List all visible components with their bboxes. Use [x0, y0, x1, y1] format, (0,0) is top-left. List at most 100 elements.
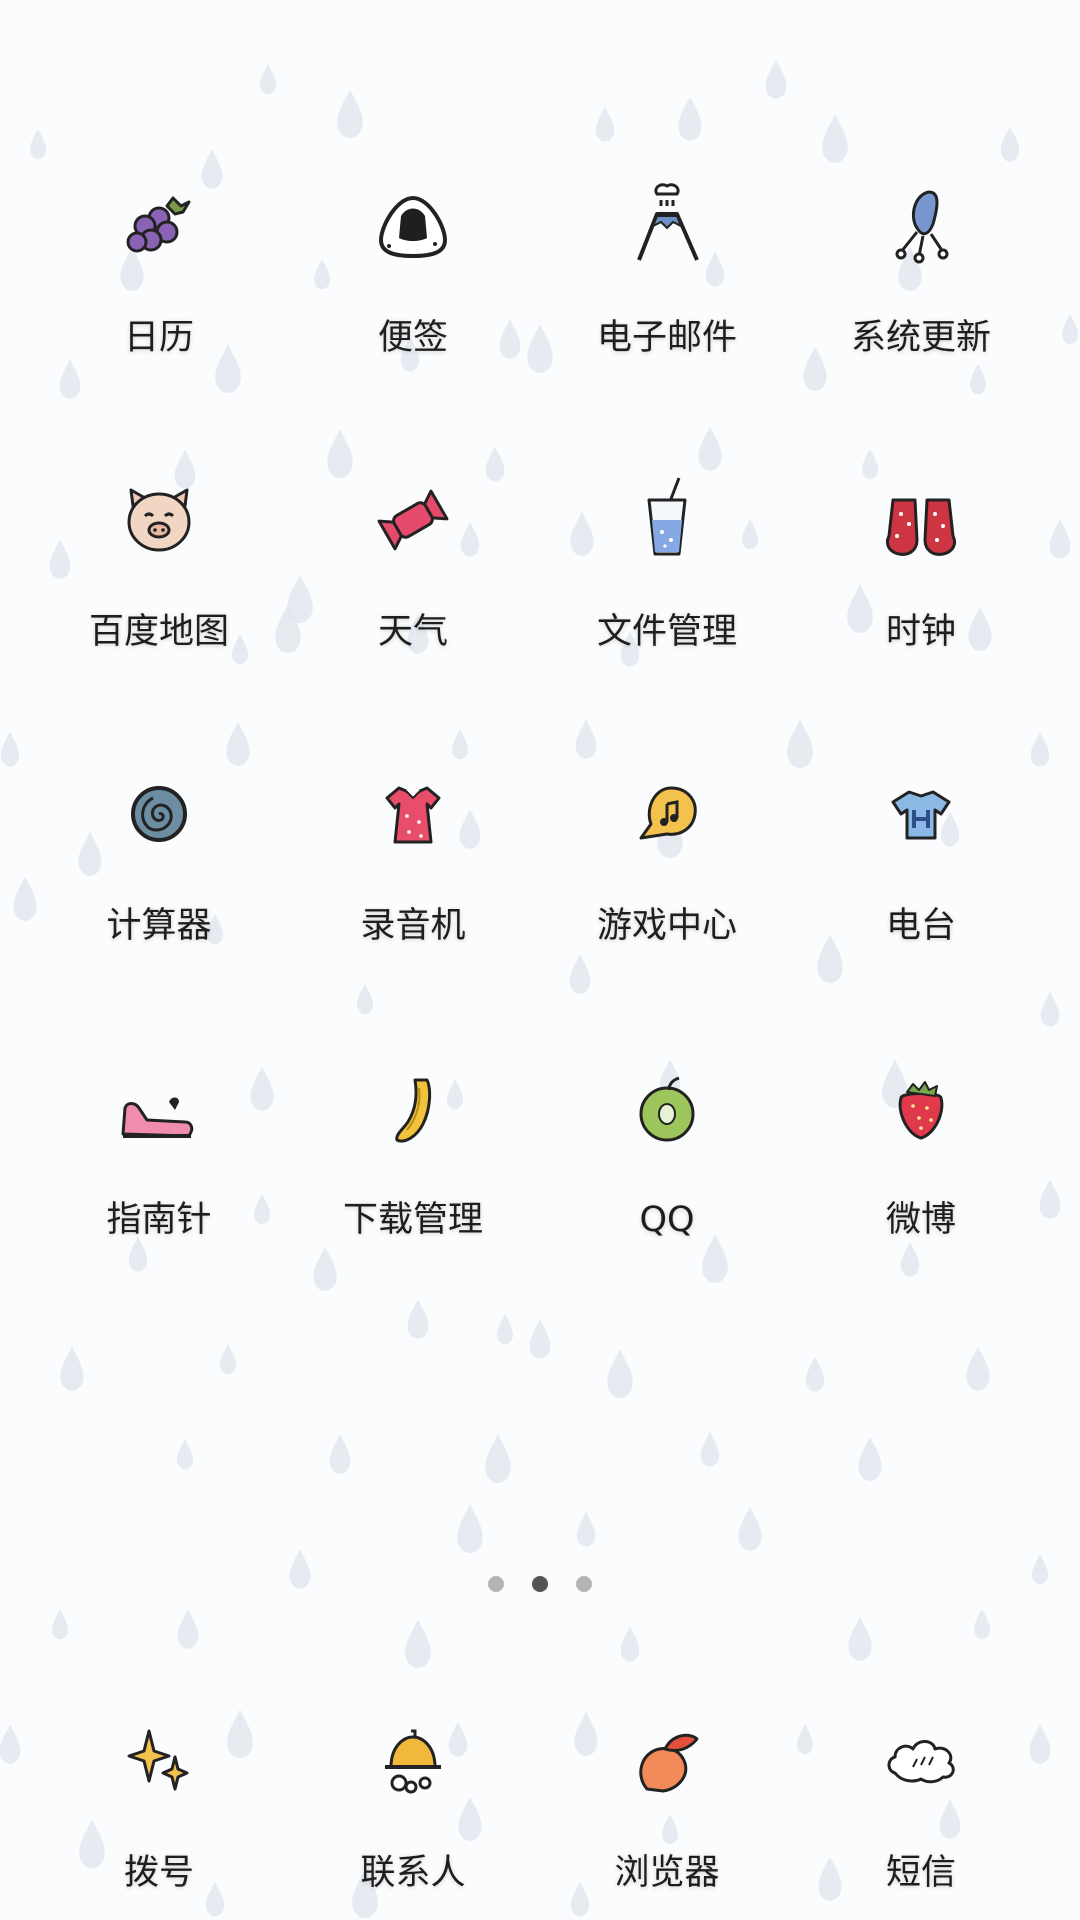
raindrop-decoration [569, 954, 591, 994]
snail-shell-icon [109, 764, 209, 864]
raindrop-decoration [1062, 314, 1078, 345]
raindrop-decoration [1040, 991, 1060, 1027]
app-compass[interactable]: 指南针 [49, 1022, 269, 1252]
app-label: 录音机 [360, 906, 466, 946]
app-label: 文件管理 [596, 612, 737, 652]
volcano-icon [617, 176, 717, 276]
app-qq[interactable]: QQ [557, 1022, 777, 1252]
app-label: 天气 [377, 612, 448, 652]
raindrop-decoration [765, 59, 787, 99]
raindrop-decoration [0, 1724, 21, 1764]
app-label: 微博 [885, 1200, 956, 1240]
app-recorder[interactable]: 录音机 [303, 728, 523, 958]
rice-ball-icon [363, 176, 463, 276]
app-label: 计算器 [106, 906, 212, 946]
raindrop-decoration [805, 1356, 825, 1392]
raindrop-decoration [678, 96, 702, 141]
app-label: 电台 [885, 906, 956, 946]
music-bubble-icon [617, 764, 717, 864]
page-dot-3[interactable] [576, 1576, 592, 1592]
raindrop-decoration [13, 876, 37, 921]
grapes-icon [109, 176, 209, 276]
dock-app-contacts[interactable]: 联系人 [303, 1675, 523, 1905]
app-label: 联系人 [360, 1853, 466, 1893]
raindrop-decoration [858, 1436, 882, 1481]
app-label: 下载管理 [342, 1200, 483, 1240]
raindrop-decoration [620, 1626, 640, 1662]
t-shirt-icon [871, 764, 971, 864]
drink-cup-icon [617, 470, 717, 570]
banana-icon [363, 1058, 463, 1158]
app-email[interactable]: 电子邮件 [557, 140, 777, 370]
page-indicator [480, 1574, 600, 1594]
app-label: 游戏中心 [596, 906, 737, 946]
shoe-icon [109, 1058, 209, 1158]
app-label: 系统更新 [850, 318, 991, 358]
raindrop-decoration [313, 1246, 337, 1291]
app-file-manager[interactable]: 文件管理 [557, 434, 777, 664]
raindrop-decoration [30, 129, 46, 160]
raindrop-decoration [974, 1609, 990, 1640]
strawberry-icon [871, 1058, 971, 1158]
raindrop-decoration [337, 89, 363, 139]
raindrop-decoration [289, 1549, 311, 1589]
raindrop-decoration [607, 1349, 633, 1399]
app-baidu-map[interactable]: 百度地图 [49, 434, 269, 664]
app-label: 便签 [377, 318, 448, 358]
page-dot-1[interactable] [488, 1576, 504, 1592]
raindrop-decoration [529, 1319, 551, 1359]
raindrop-decoration [700, 1431, 720, 1467]
app-label: 日历 [123, 318, 194, 358]
app-label: 指南针 [106, 1200, 212, 1240]
peach-icon [617, 1711, 717, 1811]
app-notes[interactable]: 便签 [303, 140, 523, 370]
apple-icon [617, 1058, 717, 1158]
app-game-center[interactable]: 游戏中心 [557, 728, 777, 958]
app-download-manager[interactable]: 下载管理 [303, 1022, 523, 1252]
candy-icon [363, 470, 463, 570]
app-label: 短信 [885, 1853, 956, 1893]
app-calculator[interactable]: 计算器 [49, 728, 269, 958]
app-clock[interactable]: 时钟 [811, 434, 1031, 664]
raindrop-decoration [177, 1609, 199, 1649]
dock-app-browser[interactable]: 浏览器 [557, 1675, 777, 1905]
raindrop-decoration [527, 324, 553, 374]
raindrop-decoration [260, 64, 276, 95]
raindrop-decoration [848, 1616, 872, 1661]
app-calendar[interactable]: 日历 [49, 140, 269, 370]
raindrop-decoration [1039, 1179, 1061, 1219]
app-label: 电子邮件 [596, 318, 737, 358]
raindrop-decoration [485, 1434, 511, 1484]
app-system-update[interactable]: 系统更新 [811, 140, 1031, 370]
bell-icon [363, 1711, 463, 1811]
dress-icon [363, 764, 463, 864]
raindrop-decoration [407, 1299, 429, 1339]
raindrop-decoration [1049, 519, 1071, 559]
cloud-icon [871, 1711, 971, 1811]
app-weather[interactable]: 天气 [303, 434, 523, 664]
raindrop-decoration [357, 984, 373, 1015]
raindrop-decoration [1030, 731, 1050, 767]
raindrop-decoration [405, 1619, 431, 1669]
socks-icon [871, 470, 971, 570]
app-weibo[interactable]: 微博 [811, 1022, 1031, 1252]
raindrop-decoration [52, 1609, 68, 1640]
app-radio[interactable]: 电台 [811, 728, 1031, 958]
app-label: 时钟 [885, 612, 956, 652]
chair-icon [871, 176, 971, 276]
dock-app-messages[interactable]: 短信 [811, 1675, 1031, 1905]
page-dot-2-current[interactable] [532, 1576, 548, 1592]
raindrop-decoration [738, 1506, 762, 1551]
app-label: 浏览器 [614, 1853, 720, 1893]
raindrop-decoration [576, 1511, 596, 1547]
dock-app-dialer[interactable]: 拨号 [49, 1675, 269, 1905]
raindrop-decoration [457, 1504, 483, 1554]
raindrop-decoration [595, 106, 615, 142]
pig-icon [109, 470, 209, 570]
raindrop-decoration [787, 719, 813, 769]
sparkle-icon [109, 1711, 209, 1811]
raindrop-decoration [0, 731, 20, 767]
raindrop-decoration [177, 1439, 193, 1470]
app-label: QQ [639, 1200, 695, 1240]
raindrop-decoration [220, 1344, 236, 1375]
